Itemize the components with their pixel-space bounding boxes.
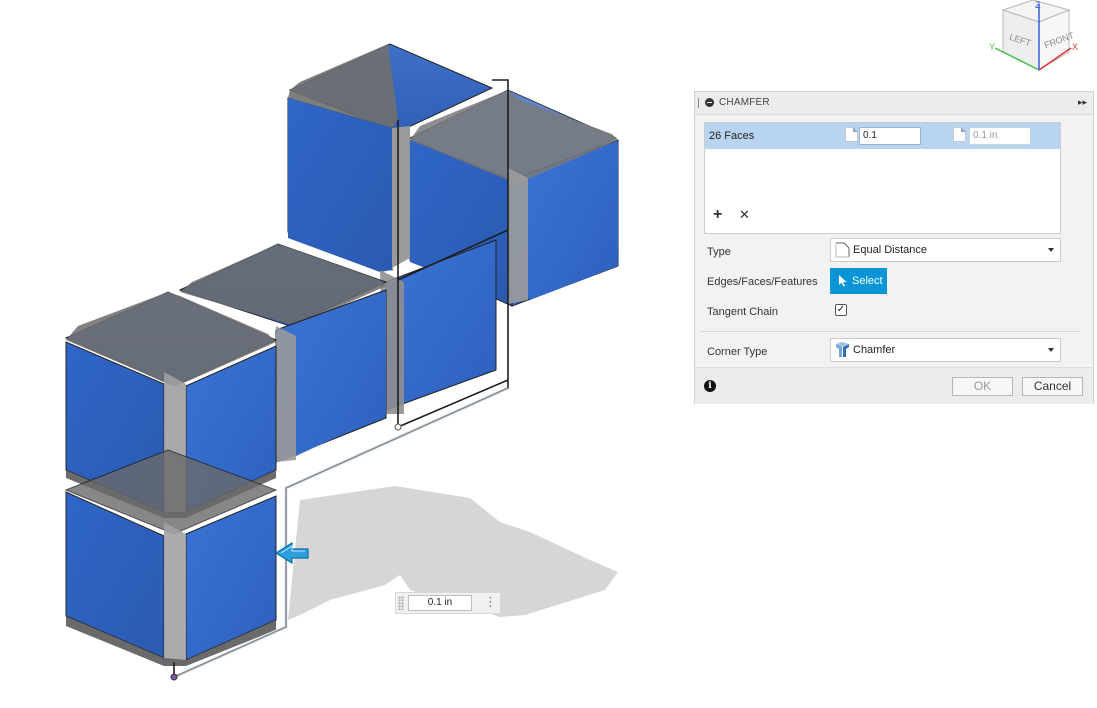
chamfer-corner-icon [836, 342, 849, 357]
drag-grip-icon[interactable] [398, 596, 404, 610]
cube-front-bottom[interactable] [64, 449, 278, 666]
expand-icon[interactable]: ▸▸ [1078, 97, 1087, 108]
chamfer-dialog: CHAMFER ▸▸ 26 Faces 0.1 0.1 in + ✕ Type … [694, 91, 1094, 404]
dialog-title: CHAMFER [719, 97, 770, 108]
more-options-icon[interactable]: ⋮ [484, 595, 497, 611]
selection-label: 26 Faces [709, 130, 755, 142]
axis-z-label: Z [1035, 0, 1041, 10]
edges-faces-features-label: Edges/Faces/Features [707, 276, 818, 288]
distance-field[interactable]: 0.1 in [408, 595, 472, 611]
type-label: Type [707, 246, 731, 258]
remove-icon[interactable]: ✕ [739, 208, 750, 222]
ok-button[interactable]: OK [952, 377, 1013, 396]
corner-type-label: Corner Type [707, 346, 768, 358]
distance-dimension-input[interactable]: 0.1 in ⋮ [395, 592, 501, 614]
add-icon[interactable]: + [713, 207, 722, 223]
tangent-chain-label: Tangent Chain [707, 306, 778, 318]
edge-endpoint[interactable] [170, 673, 178, 681]
equal-distance-icon [835, 242, 850, 258]
distance-icon [845, 127, 858, 142]
selection-list[interactable]: 26 Faces 0.1 0.1 in + ✕ [704, 122, 1061, 234]
edge-midpoint[interactable] [394, 423, 402, 431]
cube-back-left-face [392, 126, 410, 268]
distance2-icon [953, 127, 966, 142]
dialog-titlebar[interactable]: CHAMFER ▸▸ [695, 92, 1093, 115]
chevron-down-icon [1048, 248, 1054, 252]
corner-type-dropdown[interactable]: Chamfer [830, 338, 1061, 362]
viewcube[interactable]: LEFT FRONT X Y Z [985, 0, 1085, 78]
info-icon[interactable]: i [704, 380, 716, 392]
axis-x-label: X [1072, 42, 1078, 52]
cursor-arrow-icon [839, 275, 847, 287]
corner-type-value: Chamfer [853, 344, 896, 356]
axis-y-label: Y [989, 42, 995, 52]
cancel-button[interactable]: Cancel [1022, 377, 1083, 396]
selection-row[interactable]: 26 Faces 0.1 0.1 in [705, 123, 1060, 149]
type-dropdown[interactable]: Equal Distance [830, 238, 1061, 262]
chevron-down-icon [1048, 348, 1054, 352]
distance-input[interactable]: 0.1 [859, 127, 921, 145]
tangent-chain-checkbox[interactable]: ✓ [835, 304, 847, 316]
select-button-label: Select [852, 275, 883, 287]
drag-handle-icon[interactable] [698, 98, 699, 108]
distance2-input[interactable]: 0.1 in [969, 127, 1031, 145]
select-button[interactable]: Select [830, 268, 887, 294]
dialog-footer: i OK Cancel [695, 367, 1093, 404]
divider [701, 331, 1081, 332]
type-value: Equal Distance [853, 244, 927, 256]
collapse-icon[interactable] [705, 98, 714, 107]
